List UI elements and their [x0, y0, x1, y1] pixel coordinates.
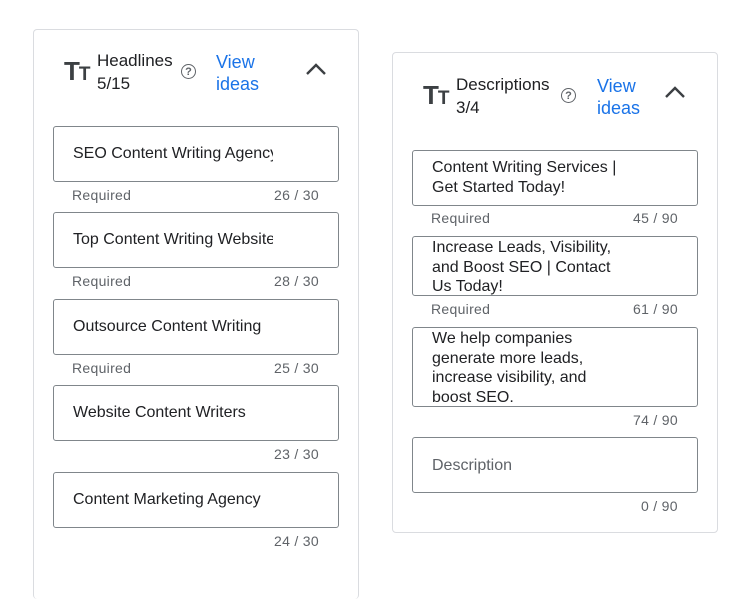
headline-field-2[interactable]: Top Content Writing Website	[53, 212, 339, 268]
help-icon[interactable]: ?	[181, 64, 196, 79]
description-field-3-value: We help companies generate more leads, i…	[432, 330, 587, 406]
description-2-counter: 61 / 90	[633, 301, 678, 317]
headline-field-3[interactable]: Outsource Content Writing	[53, 299, 339, 355]
headline-field-1-value: SEO Content Writing Agency	[73, 145, 273, 162]
headline-field-5-value: Content Marketing Agency	[73, 491, 261, 508]
headline-4-counter: 23 / 30	[274, 446, 319, 462]
headline-5-counter: 24 / 30	[274, 533, 319, 549]
chevron-up-icon[interactable]	[305, 62, 327, 76]
headline-3-counter: 25 / 30	[274, 360, 319, 376]
descriptions-count: 3/4	[456, 98, 480, 117]
description-1-counter: 45 / 90	[633, 210, 678, 226]
description-field-3[interactable]: We help companies generate more leads, i…	[412, 327, 698, 407]
headline-2-counter: 28 / 30	[274, 273, 319, 289]
headlines-count: 5/15	[97, 74, 131, 93]
descriptions-panel: TT Descriptions 3/4 ? View ideas Content…	[392, 52, 718, 533]
headline-1-required: Required	[72, 187, 132, 203]
headline-1-counter: 26 / 30	[274, 187, 319, 203]
description-field-2[interactable]: Increase Leads, Visibility, and Boost SE…	[412, 236, 698, 296]
headline-field-1[interactable]: SEO Content Writing Agency	[53, 126, 339, 182]
headlines-title-label: Headlines	[97, 51, 173, 70]
headline-field-5[interactable]: Content Marketing Agency	[53, 472, 339, 528]
descriptions-title-label: Descriptions	[456, 75, 550, 94]
description-field-4-placeholder: Description	[432, 457, 513, 474]
headlines-title: Headlines 5/15	[97, 49, 173, 95]
description-4-counter: 0 / 90	[641, 498, 678, 514]
headlines-panel: TT Headlines 5/15 ? View ideas SEO Conte…	[33, 29, 359, 599]
description-field-4[interactable]: Description	[412, 437, 698, 493]
description-field-1[interactable]: Content Writing Services | Get Started T…	[412, 150, 698, 206]
headline-field-4-value: Website Content Writers	[73, 404, 246, 421]
descriptions-view-ideas-link[interactable]: View ideas	[597, 75, 667, 119]
headline-3-required: Required	[72, 360, 132, 376]
text-format-icon: TT	[423, 80, 449, 110]
descriptions-title: Descriptions 3/4	[456, 73, 550, 119]
headline-field-4[interactable]: Website Content Writers	[53, 385, 339, 441]
text-format-icon: TT	[64, 56, 90, 86]
description-3-counter: 74 / 90	[633, 412, 678, 428]
description-1-required: Required	[431, 210, 491, 226]
help-icon[interactable]: ?	[561, 88, 576, 103]
description-field-2-value: Increase Leads, Visibility, and Boost SE…	[432, 239, 612, 295]
chevron-up-icon[interactable]	[664, 85, 686, 99]
description-2-required: Required	[431, 301, 491, 317]
description-field-1-value: Content Writing Services | Get Started T…	[432, 159, 617, 196]
headlines-view-ideas-link[interactable]: View ideas	[216, 51, 286, 95]
headline-field-2-value: Top Content Writing Website	[73, 231, 273, 248]
headline-2-required: Required	[72, 273, 132, 289]
headline-field-3-value: Outsource Content Writing	[73, 318, 262, 335]
